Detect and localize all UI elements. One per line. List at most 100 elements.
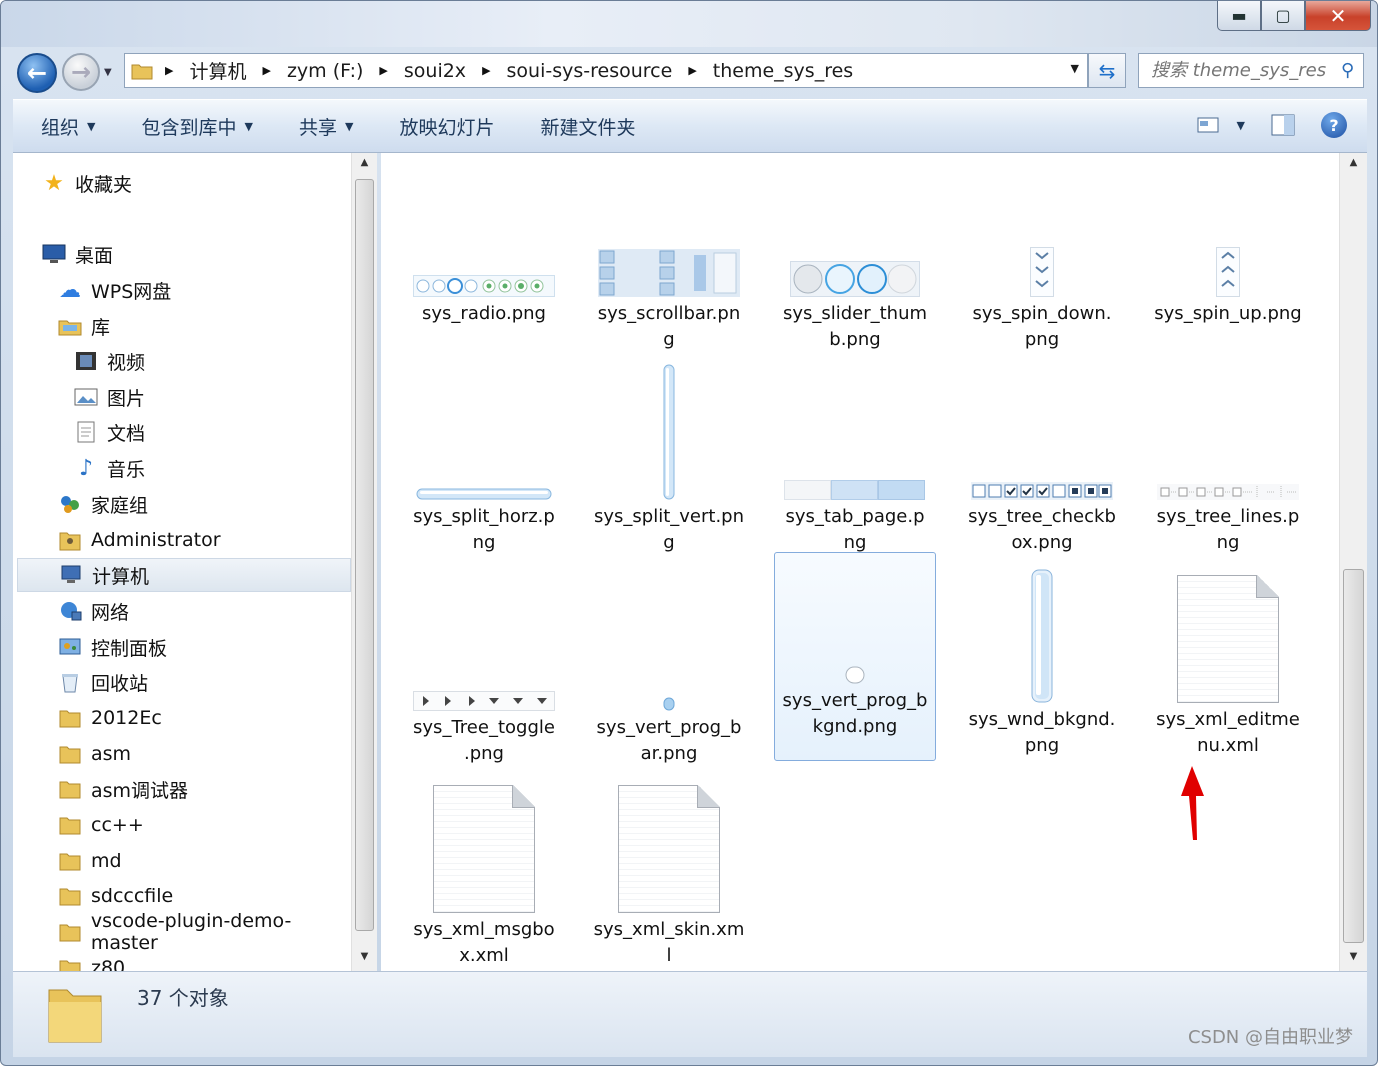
address-dropdown-button[interactable]: ▼ (1071, 62, 1079, 75)
folder-icon (57, 742, 83, 766)
image-thumbnail (598, 249, 740, 297)
nav-folder-vscode-plugin[interactable]: vscode-plugin-demo-master (57, 910, 351, 954)
scroll-down-button[interactable]: ▼ (1340, 951, 1367, 971)
nav-libraries[interactable]: 库 (57, 309, 351, 343)
chevron-down-icon: ▼ (87, 119, 96, 133)
user-folder-icon (57, 528, 83, 552)
file-name: sys_xml_msgbo x.xml (413, 919, 555, 966)
breadcrumb-drive[interactable]: ▶ zym (F:) (262, 60, 379, 82)
file-item[interactable]: sys_split_horz.p ng (403, 436, 565, 556)
nav-documents[interactable]: 文档 (73, 415, 351, 449)
scroll-thumb[interactable] (355, 179, 374, 931)
minimize-button[interactable]: ▬ (1217, 1, 1261, 31)
preview-pane-icon[interactable] (1271, 114, 1295, 136)
picture-icon (73, 385, 99, 409)
title-bar[interactable]: ▬ ▢ ✕ (1, 1, 1377, 47)
xml-file-icon (618, 785, 720, 913)
nav-wps-cloud[interactable]: ☁ WPS网盘 (57, 273, 351, 307)
file-item[interactable]: sys_spin_up.png (1147, 233, 1309, 327)
nav-folder-md[interactable]: md (57, 844, 351, 878)
view-options-button[interactable]: ▼ (1197, 116, 1245, 134)
nav-folder-z80[interactable]: z80 (57, 951, 351, 971)
nav-folder-sdcccfile[interactable]: sdcccfile (57, 879, 351, 913)
file-item[interactable]: sys_spin_down. png (961, 233, 1123, 353)
refresh-button[interactable]: ⇆ (1088, 53, 1126, 88)
search-box[interactable]: ⚲ (1138, 53, 1364, 88)
image-thumbnail (1030, 247, 1054, 297)
image-thumbnail (784, 480, 925, 500)
nav-music[interactable]: ♪ 音乐 (73, 451, 351, 485)
nav-folder-2012ec[interactable]: 2012Ec (57, 701, 351, 735)
breadcrumb-soui2x[interactable]: ▶ soui2x (379, 60, 482, 82)
nav-videos[interactable]: 视频 (73, 344, 351, 378)
scroll-up-button[interactable]: ▲ (352, 157, 377, 177)
scroll-down-button[interactable]: ▼ (352, 951, 377, 971)
recycle-bin-icon (57, 670, 83, 694)
star-icon: ★ (44, 170, 64, 196)
navigation-scrollbar[interactable]: ▲ ▼ (351, 153, 377, 971)
nav-folder-asm[interactable]: asm (57, 737, 351, 771)
file-item[interactable]: sys_tree_checkb ox.png (961, 436, 1123, 556)
file-item[interactable]: sys_split_vert.pn g (588, 353, 750, 556)
nav-folder-cpp[interactable]: cc++ (57, 808, 351, 842)
help-icon[interactable]: ? (1321, 112, 1347, 138)
breadcrumb-computer[interactable]: ▶ 计算机 (165, 57, 262, 84)
xml-file-icon (1177, 575, 1279, 703)
address-bar[interactable]: ▶ 计算机 ▶ zym (F:) ▶ soui2x ▶ soui-sys-resourc… (124, 53, 1088, 88)
file-item[interactable]: sys_radio.png (403, 233, 565, 327)
video-icon (73, 349, 99, 373)
file-item[interactable]: sys_xml_msgbo x.xml (403, 773, 565, 969)
nav-network[interactable]: 网络 (57, 594, 351, 628)
file-name: sys_split_horz.p ng (413, 506, 555, 553)
nav-homegroup[interactable]: 家庭组 (57, 487, 351, 521)
file-item[interactable]: sys_slider_thum b.png (774, 233, 936, 353)
library-icon (57, 314, 83, 338)
nav-administrator[interactable]: Administrator (57, 523, 351, 557)
maximize-button[interactable]: ▢ (1261, 1, 1305, 31)
search-icon[interactable]: ⚲ (1341, 60, 1354, 81)
back-button[interactable]: ← (17, 53, 57, 93)
organize-menu[interactable]: 组织 ▼ (41, 113, 95, 140)
file-item[interactable]: sys_tree_lines.p ng (1147, 436, 1309, 556)
search-input[interactable] (1151, 60, 1341, 81)
close-button[interactable]: ✕ (1305, 1, 1371, 31)
file-item-selected[interactable]: sys_vert_prog_b kgnd.png (774, 552, 936, 761)
nav-computer[interactable]: 计算机 (17, 558, 351, 592)
nav-favorites[interactable]: ★ 收藏夹 (41, 166, 351, 200)
content-scrollbar[interactable]: ▲ ▼ (1339, 153, 1367, 971)
view-icon (1197, 117, 1219, 133)
file-name: sys_slider_thum b.png (782, 303, 928, 350)
nav-control-panel[interactable]: 控制面板 (57, 630, 351, 664)
chevron-right-icon: ▶ (165, 64, 174, 77)
nav-recycle-bin[interactable]: 回收站 (57, 665, 351, 699)
include-library-menu[interactable]: 包含到库中 ▼ (141, 113, 252, 140)
forward-button[interactable]: → (62, 53, 100, 91)
chevron-right-icon: ▶ (379, 64, 388, 77)
share-menu[interactable]: 共享 ▼ (299, 113, 353, 140)
file-item[interactable]: sys_Tree_toggle .png (403, 647, 565, 767)
nav-pictures[interactable]: 图片 (73, 380, 351, 414)
image-thumbnail (845, 666, 865, 684)
breadcrumb-theme-sys-res[interactable]: ▶ theme_sys_res (688, 60, 869, 82)
history-dropdown-button[interactable]: ▼ (104, 67, 112, 78)
image-thumbnail (413, 275, 555, 297)
file-item[interactable]: sys_xml_editme nu.xml (1147, 563, 1309, 759)
slideshow-button[interactable]: 放映幻灯片 (399, 113, 494, 140)
file-item[interactable]: sys_wnd_bkgnd. png (961, 563, 1123, 759)
details-pane: 37 个对象 CSDN @自由职业梦 (13, 971, 1367, 1057)
file-name: sys_spin_up.png (1154, 303, 1302, 324)
file-item[interactable]: sys_scrollbar.pn g (588, 233, 750, 353)
file-item[interactable]: sys_xml_skin.xm l (588, 773, 750, 969)
chevron-right-icon: ▶ (688, 64, 697, 77)
new-folder-button[interactable]: 新建文件夹 (540, 113, 635, 140)
item-count: 37 个对象 (137, 986, 229, 1010)
file-item[interactable]: sys_vert_prog_b ar.png (588, 647, 750, 767)
file-item[interactable]: sys_tab_page.p ng (774, 436, 936, 556)
breadcrumb-soui-sys-resource[interactable]: ▶ soui-sys-resource (482, 60, 688, 82)
scroll-up-button[interactable]: ▲ (1340, 157, 1367, 177)
nav-folder-asm-debugger[interactable]: asm调试器 (57, 772, 351, 806)
nav-desktop[interactable]: 桌面 (41, 237, 351, 271)
desktop-icon (41, 242, 67, 266)
chevron-down-icon: ▼ (344, 119, 354, 133)
scroll-thumb[interactable] (1343, 569, 1364, 943)
